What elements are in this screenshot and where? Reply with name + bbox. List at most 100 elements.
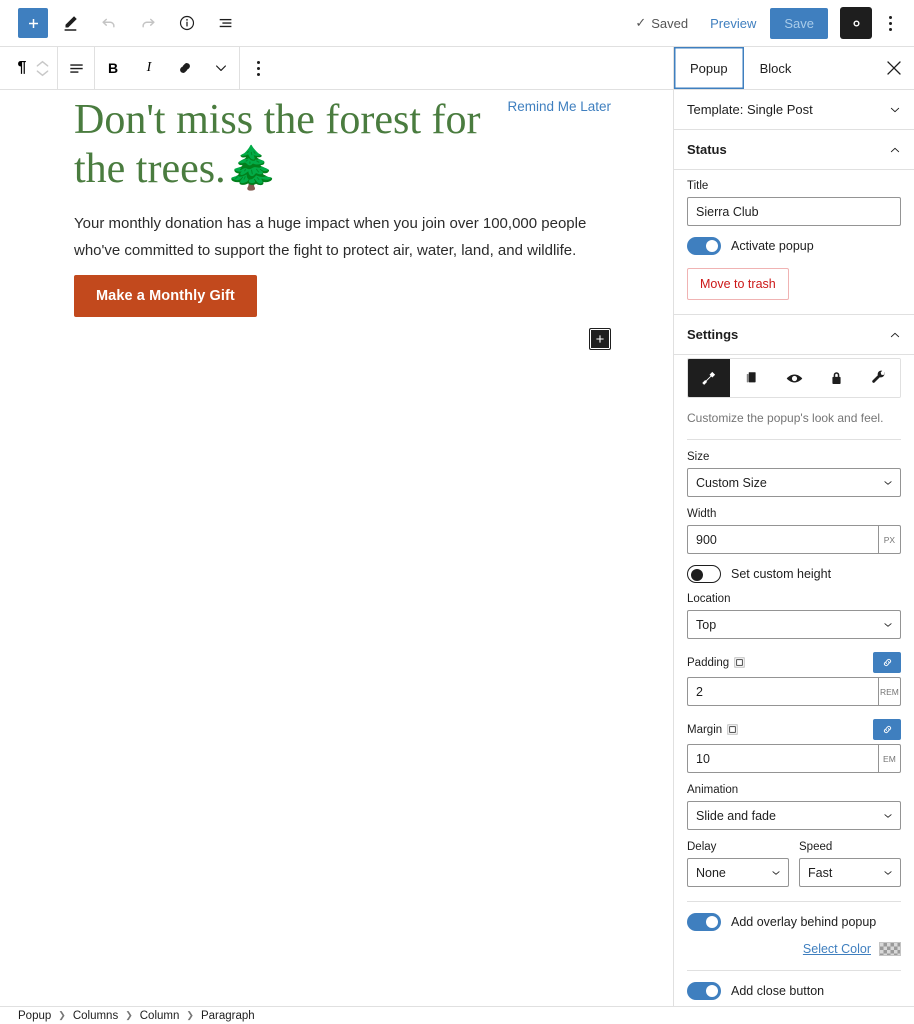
undo-icon[interactable]: [92, 6, 126, 40]
settings-sidebar: Popup Block Template: Single Post Status…: [673, 47, 914, 1006]
tab-block[interactable]: Block: [744, 47, 808, 89]
template-label: Template: Single Post: [687, 102, 813, 117]
delay-select[interactable]: None: [687, 858, 789, 887]
breadcrumb-item-column[interactable]: Column: [140, 1010, 180, 1022]
close-icon[interactable]: [874, 47, 914, 89]
editor-top-bar: ✓ Saved Preview Save: [0, 0, 914, 47]
speed-select[interactable]: Fast: [799, 858, 901, 887]
location-field: Location Top: [687, 593, 901, 639]
settings-title: Settings: [687, 327, 739, 342]
breadcrumb-item-popup[interactable]: Popup: [18, 1010, 51, 1022]
chevron-down-icon: [890, 107, 900, 112]
block-options-group: [240, 47, 276, 90]
paragraph-block-icon[interactable]: ¶: [0, 47, 36, 90]
animation-select[interactable]: Slide and fade: [687, 801, 901, 830]
margin-input[interactable]: [687, 744, 878, 773]
template-panel-header[interactable]: Template: Single Post: [674, 90, 914, 130]
canvas-add-block-button[interactable]: [589, 328, 611, 350]
edit-pen-icon[interactable]: [53, 6, 87, 40]
status-panel-header[interactable]: Status: [674, 130, 914, 170]
move-to-trash-button[interactable]: Move to trash: [687, 268, 789, 300]
margin-link-sides-button[interactable]: [873, 719, 901, 740]
pages-icon[interactable]: [730, 359, 773, 397]
width-unit[interactable]: PX: [877, 525, 901, 554]
set-custom-height-row: Set custom height: [687, 565, 901, 583]
chevron-up-icon: [890, 332, 900, 337]
list-view-icon[interactable]: [209, 6, 243, 40]
remind-me-later-link[interactable]: Remind Me Later: [501, 96, 611, 117]
make-a-monthly-gift-button[interactable]: Make a Monthly Gift: [74, 275, 257, 317]
add-block-button[interactable]: [18, 8, 48, 38]
margin-label-row: Margin: [687, 719, 901, 740]
padding-label-wrap: Padding: [687, 657, 745, 669]
lock-icon[interactable]: [815, 359, 858, 397]
location-label: Location: [687, 593, 731, 605]
margin-field: EM: [687, 744, 901, 773]
color-swatch[interactable]: [879, 942, 901, 956]
tab-popup[interactable]: Popup: [674, 47, 744, 89]
editor-canvas: Don't miss the forest for the trees.🌲 Re…: [0, 90, 673, 1006]
set-custom-height-toggle[interactable]: [687, 565, 721, 583]
add-close-button-toggle[interactable]: [687, 982, 721, 1000]
width-input[interactable]: [687, 525, 878, 554]
add-overlay-toggle[interactable]: [687, 913, 721, 931]
eye-icon[interactable]: [772, 359, 816, 397]
title-input[interactable]: [687, 197, 901, 226]
status-panel-body: Title Activate popup Move to trash: [674, 170, 914, 315]
info-icon[interactable]: [170, 6, 204, 40]
select-color-link[interactable]: Select Color: [803, 942, 871, 956]
size-select[interactable]: Custom Size: [687, 468, 901, 497]
block-type-group: ¶: [0, 46, 58, 90]
animation-label: Animation: [687, 784, 739, 796]
settings-panel-header[interactable]: Settings: [674, 315, 914, 355]
padding-link-sides-button[interactable]: [873, 652, 901, 673]
breadcrumb-separator: ❯: [125, 1010, 133, 1020]
paint-roller-icon[interactable]: [688, 359, 731, 397]
padding-input[interactable]: [687, 677, 878, 706]
margin-label-wrap: Margin: [687, 724, 738, 736]
italic-button[interactable]: I: [131, 47, 167, 90]
add-close-button-label: Add close button: [731, 984, 825, 998]
padding-field: REM: [687, 677, 901, 706]
gear-icon[interactable]: [840, 7, 872, 39]
save-button[interactable]: Save: [770, 7, 828, 39]
box-sides-icon[interactable]: [734, 657, 745, 668]
block-mover-icon[interactable]: [36, 60, 57, 77]
speed-label: Speed: [799, 841, 833, 853]
top-bar-right-tools: ✓ Saved Preview Save: [627, 6, 914, 40]
add-overlay-label: Add overlay behind popup: [731, 915, 877, 929]
bold-button[interactable]: B: [95, 47, 131, 90]
chevron-down-icon[interactable]: [203, 47, 239, 90]
redo-icon[interactable]: [131, 6, 165, 40]
padding-label-row: Padding: [687, 652, 901, 673]
vertical-dots: [256, 60, 260, 76]
pilcrow-glyph: ¶: [17, 59, 27, 76]
align-text-icon[interactable]: [58, 47, 94, 90]
breadcrumb-item-paragraph[interactable]: Paragraph: [201, 1010, 255, 1022]
more-options-icon[interactable]: [876, 6, 904, 40]
popup-heading[interactable]: Don't miss the forest for the trees.🌲: [74, 96, 494, 194]
breadcrumb-separator: ❯: [186, 1010, 194, 1020]
activate-popup-toggle[interactable]: [687, 237, 721, 255]
select-color-row: Select Color: [687, 942, 901, 956]
link-icon[interactable]: [167, 47, 203, 90]
padding-unit[interactable]: REM: [877, 677, 901, 706]
chevron-up-icon: [890, 147, 900, 152]
saved-check-icon: ✓: [635, 15, 647, 30]
vertical-dots: [888, 15, 892, 31]
block-options-icon[interactable]: [240, 47, 276, 90]
divider: [687, 901, 901, 902]
box-sides-icon[interactable]: [727, 724, 738, 735]
location-select[interactable]: Top: [687, 610, 901, 639]
margin-unit[interactable]: EM: [877, 744, 901, 773]
preview-button[interactable]: Preview: [700, 10, 766, 37]
settings-hint-text: Customize the popup's look and feel.: [687, 411, 884, 425]
align-group: [58, 46, 95, 90]
settings-panel-body: Customize the popup's look and feel. Siz…: [674, 358, 914, 1006]
wrench-icon[interactable]: [857, 359, 900, 397]
delay-field: Delay None: [687, 841, 789, 887]
popup-body-text[interactable]: Your monthly donation has a huge impact …: [74, 210, 609, 264]
breadcrumb-item-columns[interactable]: Columns: [73, 1010, 118, 1022]
rich-text-group: B I: [95, 46, 240, 90]
animation-field: Animation Slide and fade: [687, 784, 901, 830]
